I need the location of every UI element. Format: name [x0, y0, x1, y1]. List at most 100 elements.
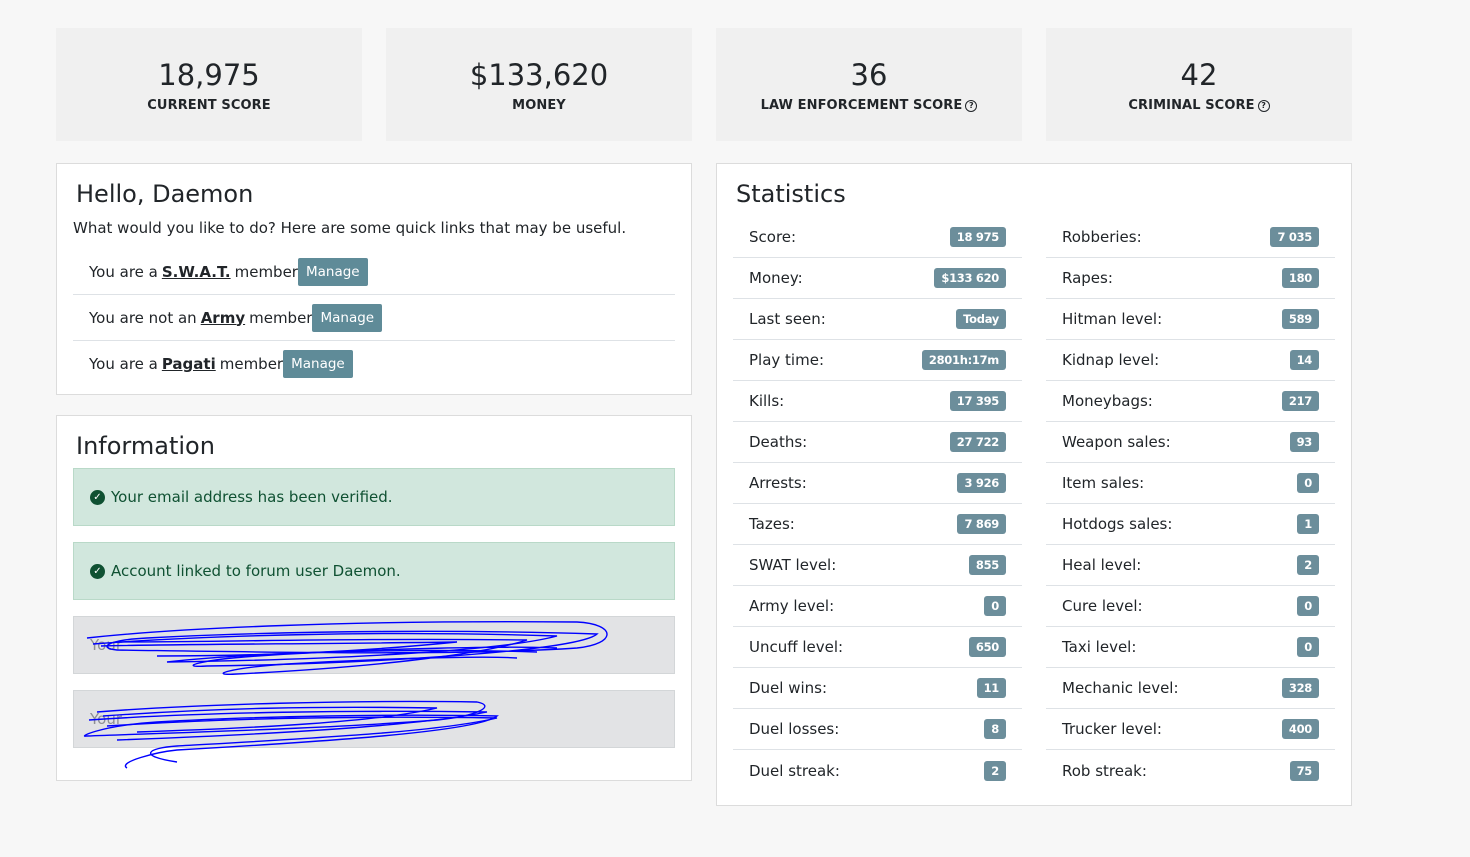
- group-suffix: member: [249, 308, 313, 327]
- stat-label: Rob streak:: [1062, 761, 1147, 780]
- manage-army-button[interactable]: Manage: [312, 303, 383, 332]
- criminal-score-value: 42: [1180, 58, 1218, 92]
- stat-label: Arrests:: [749, 474, 807, 492]
- stat-badge: 855: [968, 555, 1006, 575]
- stat-row: Hotdogs sales: 1: [1046, 504, 1335, 545]
- stat-row: Tazes: 7 869: [733, 504, 1022, 545]
- stat-badge: 18 975: [949, 227, 1006, 247]
- stat-row: Score: 18 975: [733, 217, 1022, 258]
- alert-text: Your email address has been verified.: [111, 488, 393, 506]
- group-prefix: You are not an: [89, 308, 197, 327]
- law-score-label: LAW ENFORCEMENT SCORE: [760, 98, 963, 113]
- stat-row: Hitman level: 589: [1046, 299, 1335, 340]
- manage-swat-button[interactable]: Manage: [297, 257, 368, 286]
- stat-label: Tazes:: [749, 515, 795, 533]
- score-card-law: 36 LAW ENFORCEMENT SCORE?: [716, 28, 1022, 141]
- stat-row: Last seen: Today: [733, 299, 1022, 340]
- stat-row: Uncuff level: 650: [733, 627, 1022, 668]
- stat-row: Weapon sales: 93: [1046, 422, 1335, 463]
- stat-label: Money:: [749, 269, 803, 287]
- stat-badge: 0: [1297, 637, 1319, 657]
- money-label: MONEY: [512, 98, 566, 113]
- stat-row: Arrests: 3 926: [733, 463, 1022, 504]
- stat-label: Duel losses:: [749, 720, 840, 738]
- stat-label: Taxi level:: [1062, 638, 1137, 656]
- stat-label: Last seen:: [749, 310, 826, 328]
- question-circle-icon[interactable]: ?: [965, 99, 978, 112]
- stat-label: Item sales:: [1062, 474, 1145, 492]
- stat-row: Play time: 2801h:17m: [733, 340, 1022, 381]
- stat-row: Cure level: 0: [1046, 586, 1335, 627]
- stat-badge: 14: [1289, 350, 1319, 370]
- manage-pagati-button[interactable]: Manage: [283, 350, 353, 378]
- stat-badge: 8: [984, 719, 1006, 739]
- alert-text: Your: [90, 710, 123, 728]
- current-score-value: 18,975: [158, 58, 260, 92]
- stat-label: Heal level:: [1062, 556, 1142, 574]
- stat-row: Duel streak: 2: [733, 750, 1022, 791]
- stat-row: Money: $133 620: [733, 258, 1022, 299]
- group-prefix: You are a: [89, 262, 158, 281]
- score-card-criminal: 42 CRIMINAL SCORE?: [1046, 28, 1352, 141]
- check-circle-icon: ✓: [90, 489, 105, 505]
- group-row-pagati: You are a Pagati member Manage: [73, 341, 675, 387]
- stat-badge: 328: [1281, 678, 1319, 698]
- stat-label: Duel streak:: [749, 761, 840, 780]
- stat-row: SWAT level: 855: [733, 545, 1022, 586]
- stat-badge: 75: [1289, 760, 1319, 781]
- stat-label: Kidnap level:: [1062, 351, 1160, 369]
- stat-label: Robberies:: [1062, 228, 1142, 246]
- stat-badge: Today: [956, 309, 1006, 329]
- stat-label: Play time:: [749, 351, 824, 369]
- stat-row: Trucker level: 400: [1046, 709, 1335, 750]
- stat-badge: 0: [1297, 596, 1319, 616]
- stat-badge: 1: [1297, 514, 1319, 534]
- law-score-value: 36: [850, 58, 888, 92]
- stat-row: Taxi level: 0: [1046, 627, 1335, 668]
- stat-row: Heal level: 2: [1046, 545, 1335, 586]
- stat-label: Rapes:: [1062, 269, 1113, 287]
- hello-intro: What would you like to do? Here are some…: [73, 219, 627, 237]
- score-card-money: $133,620 MONEY: [386, 28, 692, 141]
- information-panel: Information ✓ Your email address has bee…: [56, 415, 692, 781]
- group-suffix: member: [234, 262, 298, 281]
- group-link-swat[interactable]: S.W.A.T.: [162, 263, 231, 281]
- stat-label: Deaths:: [749, 433, 808, 451]
- alert-redacted-2: Your: [73, 690, 675, 748]
- stat-badge: 2: [984, 760, 1006, 781]
- alert-redacted-1: Your: [73, 616, 675, 674]
- stat-label: Weapon sales:: [1062, 433, 1171, 451]
- stat-badge: 93: [1289, 432, 1319, 452]
- stats-right-column: Robberies: 7 035 Rapes: 180 Hitman level: 5…: [1046, 217, 1335, 791]
- stat-badge: 11: [976, 678, 1006, 698]
- stat-label: Score:: [749, 228, 797, 246]
- stat-row: Kidnap level: 14: [1046, 340, 1335, 381]
- information-title: Information: [76, 432, 215, 460]
- question-circle-icon[interactable]: ?: [1257, 99, 1270, 112]
- stat-badge: 0: [1297, 473, 1319, 493]
- stat-label: Hotdogs sales:: [1062, 515, 1173, 533]
- stat-row: Duel losses: 8: [733, 709, 1022, 750]
- alert-forum-linked: ✓ Account linked to forum user Daemon.: [73, 542, 675, 600]
- stat-row: Item sales: 0: [1046, 463, 1335, 504]
- stat-label: Duel wins:: [749, 679, 828, 697]
- stat-badge: 2: [1297, 555, 1319, 575]
- score-card-current: 18,975 CURRENT SCORE: [56, 28, 362, 141]
- stat-badge: 589: [1281, 309, 1319, 329]
- current-score-label: CURRENT SCORE: [147, 98, 271, 113]
- stat-badge: 7 035: [1270, 227, 1319, 247]
- alert-text: Your: [90, 636, 123, 654]
- group-link-army[interactable]: Army: [201, 309, 245, 327]
- stat-badge: 650: [968, 637, 1006, 657]
- stat-badge: 7 869: [957, 514, 1006, 534]
- alert-text: Account linked to forum user Daemon.: [111, 562, 401, 580]
- money-value: $133,620: [469, 58, 609, 92]
- alert-email-verified: ✓ Your email address has been verified.: [73, 468, 675, 526]
- stat-row: Rob streak: 75: [1046, 750, 1335, 791]
- group-link-pagati[interactable]: Pagati: [162, 355, 216, 373]
- stat-label: Trucker level:: [1062, 720, 1162, 738]
- stat-row: Deaths: 27 722: [733, 422, 1022, 463]
- stat-badge: 3 926: [957, 473, 1006, 493]
- hello-panel: Hello, Daemon What would you like to do?…: [56, 163, 692, 395]
- stat-row: Army level: 0: [733, 586, 1022, 627]
